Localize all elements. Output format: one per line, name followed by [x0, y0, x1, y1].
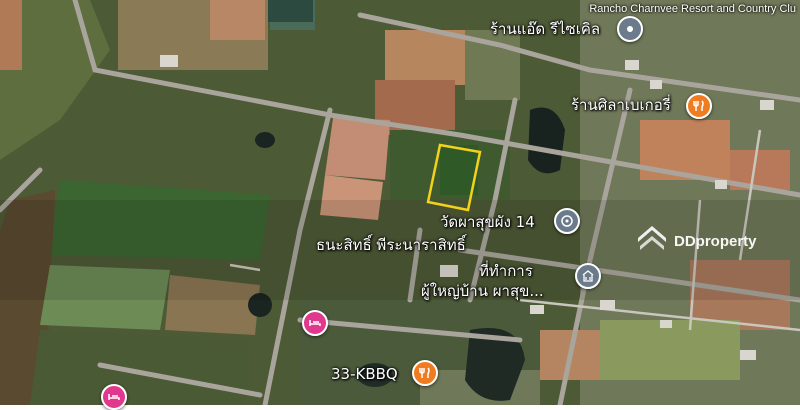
- village-office-label-line1[interactable]: ที่ทำการ: [479, 262, 533, 280]
- hotel-icon[interactable]: [101, 384, 127, 410]
- restaurant-icon[interactable]: [686, 93, 712, 119]
- recycle-shop-label[interactable]: ร้านแอ๊ด รีไซเคิล: [490, 20, 600, 38]
- temple-label[interactable]: วัดผาสุขผัง 14: [440, 213, 535, 231]
- ddproperty-logo-icon: [638, 226, 666, 250]
- watermark-text: DDproperty: [674, 232, 757, 250]
- kbbq-label[interactable]: 33-KBBQ: [331, 365, 398, 383]
- ddproperty-watermark: DDproperty: [636, 224, 757, 258]
- temple-icon[interactable]: [554, 208, 580, 234]
- hotel-icon[interactable]: [302, 310, 328, 336]
- office-icon[interactable]: [575, 263, 601, 289]
- restaurant-icon[interactable]: [412, 360, 438, 386]
- map-pin-icon[interactable]: [617, 16, 643, 42]
- village-office-label-line2[interactable]: ผู้ใหญ่บ้าน ผาสุข...: [421, 282, 544, 300]
- satellite-map[interactable]: [0, 0, 800, 405]
- thanasit-label[interactable]: ธนะสิทธิ์ พีระนาราสิทธิ์: [316, 236, 466, 254]
- bakery-label[interactable]: ร้านศิลาเบเกอรี่: [571, 96, 671, 114]
- top-place-label: Rancho Charnvee Resort and Country Clu: [589, 3, 796, 15]
